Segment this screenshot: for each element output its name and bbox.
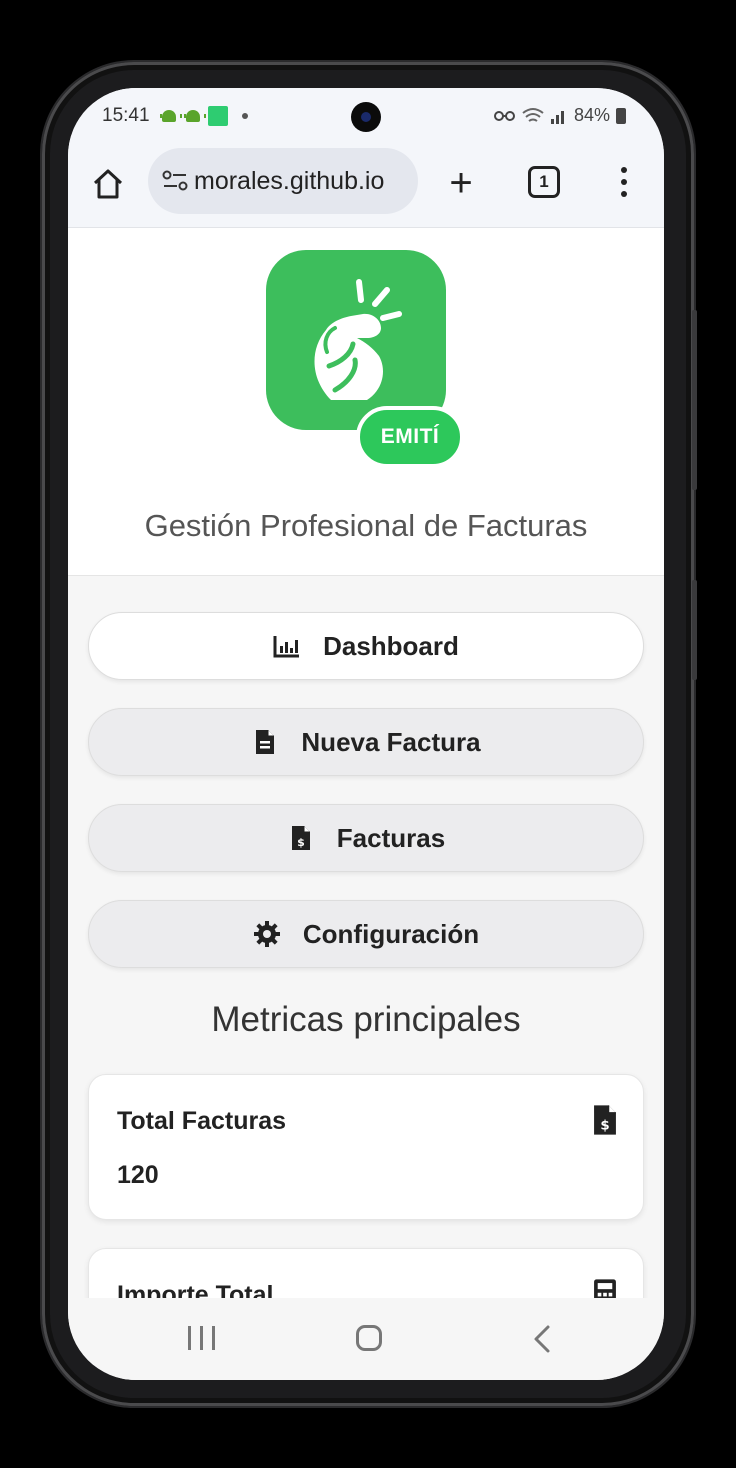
- settings-button[interactable]: Configuración: [88, 900, 644, 968]
- invoice-dollar-icon: $: [594, 1105, 616, 1135]
- invoices-button[interactable]: $ Facturas: [88, 804, 644, 872]
- metric-value: 120: [117, 1161, 159, 1189]
- new-tab-plus-icon[interactable]: +: [440, 162, 482, 204]
- home-circle-icon[interactable]: [356, 1325, 382, 1351]
- new-invoice-button[interactable]: Nueva Factura: [88, 708, 644, 776]
- back-icon[interactable]: [528, 1324, 558, 1354]
- browser-toolbar: morales.github.io + 1: [68, 146, 664, 228]
- web-page: EMITÍ Gestión Profesional de Facturas Da…: [68, 228, 664, 1298]
- status-bar: 15:41 84%: [68, 88, 664, 146]
- home-icon[interactable]: [88, 164, 128, 204]
- metrics-title: Metricas principales: [211, 1000, 521, 1039]
- android-icon: [160, 107, 182, 125]
- dashboard-button[interactable]: Dashboard: [88, 612, 644, 680]
- svg-text:$: $: [600, 1119, 609, 1134]
- site-settings-icon[interactable]: [162, 168, 188, 194]
- new-invoice-label: Nueva Factura: [301, 726, 481, 757]
- invoice-dollar-icon: $: [287, 824, 315, 852]
- app-header: EMITÍ Gestión Profesional de Facturas: [68, 228, 664, 576]
- more-menu-icon[interactable]: [612, 160, 636, 204]
- status-time: 15:41: [102, 105, 150, 126]
- app-logo: [266, 250, 446, 430]
- tab-switcher-button[interactable]: 1: [528, 166, 560, 198]
- power-button: [692, 580, 697, 680]
- front-camera: [351, 102, 381, 132]
- calculator-icon: [594, 1279, 616, 1298]
- system-icons: 84%: [493, 105, 626, 126]
- signal-icon: [550, 110, 564, 124]
- metric-label: Importe Total: [117, 1281, 274, 1298]
- gear-icon: [253, 920, 281, 948]
- wifi-icon: [522, 107, 544, 122]
- volume-button: [692, 310, 697, 490]
- dashboard-label: Dashboard: [323, 630, 459, 661]
- metric-card-total-invoices: Total Facturas 120 $: [88, 1074, 644, 1220]
- svg-text:$: $: [297, 836, 305, 849]
- invoices-label: Facturas: [336, 822, 446, 853]
- battery-icon: [616, 107, 626, 124]
- battery-percentage: 84%: [573, 105, 610, 125]
- notification-square-icon: [208, 106, 228, 126]
- vpn-key-icon: [493, 110, 515, 121]
- recent-apps-icon[interactable]: [188, 1326, 215, 1350]
- metric-label: Total Facturas: [117, 1107, 287, 1135]
- snap-hand-icon: [314, 279, 402, 400]
- address-bar[interactable]: morales.github.io: [148, 148, 418, 214]
- settings-label: Configuración: [302, 918, 480, 949]
- app-subtitle: Gestión Profesional de Facturas: [144, 508, 588, 543]
- metric-card-total-amount: Importe Total: [88, 1248, 644, 1298]
- screen: 15:41 84% morales.github.io + 1 EMITÍ Ge…: [68, 88, 664, 1380]
- chart-icon: [273, 632, 301, 660]
- document-icon: [251, 728, 279, 756]
- system-nav-bar: [68, 1298, 664, 1380]
- url-text: morales.github.io: [194, 166, 385, 195]
- dot-icon: [242, 113, 248, 119]
- android-icon: [184, 107, 206, 125]
- logo-badge: EMITÍ: [356, 406, 464, 468]
- notification-icons: [160, 106, 248, 126]
